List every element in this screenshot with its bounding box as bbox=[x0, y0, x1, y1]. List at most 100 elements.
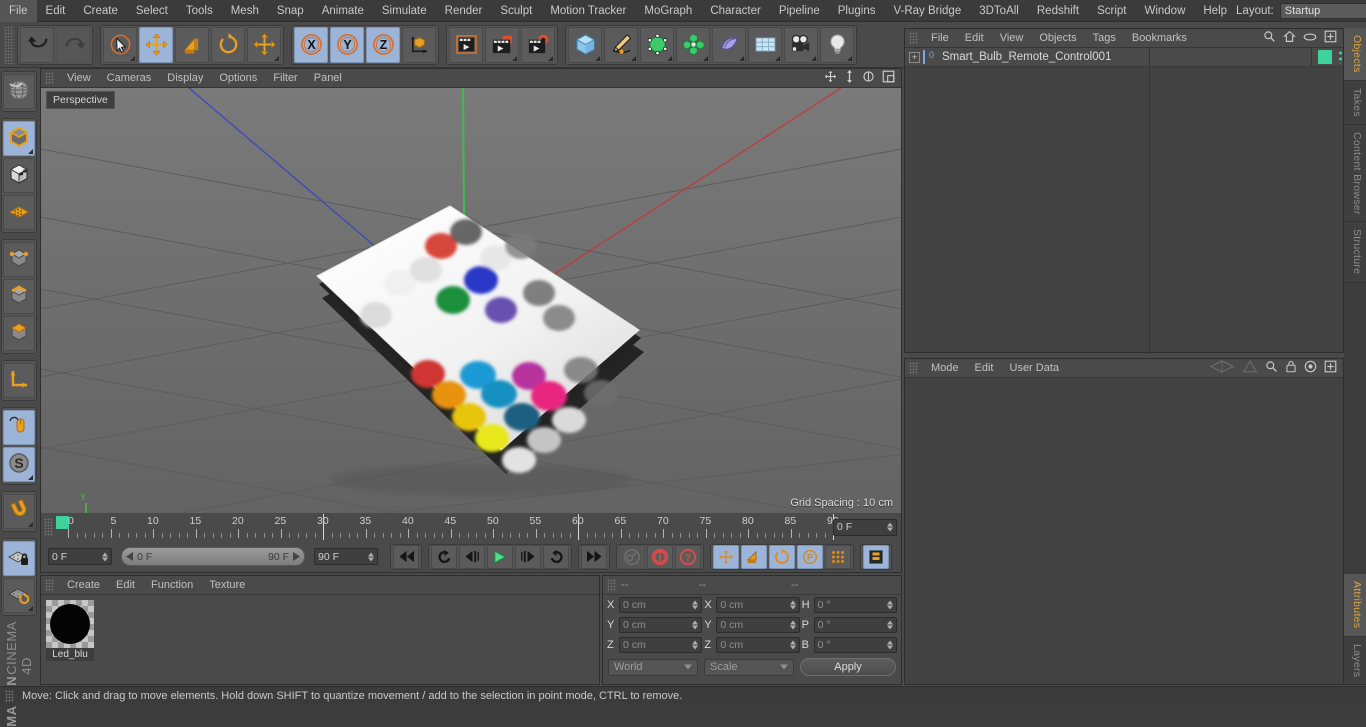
material-menu-texture[interactable]: Texture bbox=[201, 576, 253, 595]
menu-item-motion-tracker[interactable]: Motion Tracker bbox=[541, 0, 635, 22]
coordinate-field-position-z[interactable]: 0 cm bbox=[619, 637, 703, 653]
menu-item-redshift[interactable]: Redshift bbox=[1028, 0, 1088, 22]
right-tab-takes[interactable]: Takes bbox=[1344, 80, 1366, 125]
autokey-button[interactable] bbox=[647, 544, 673, 569]
coordinate-field-rotation-b[interactable]: 0 ° bbox=[813, 637, 897, 653]
submenu-corner-icon[interactable] bbox=[28, 475, 33, 480]
stepper-icon[interactable] bbox=[692, 600, 699, 610]
menu-item-character[interactable]: Character bbox=[701, 0, 770, 22]
viewport-menu-display[interactable]: Display bbox=[159, 69, 211, 88]
frame-range-slider[interactable]: 0 F 90 F bbox=[121, 547, 305, 566]
menu-item-window[interactable]: Window bbox=[1135, 0, 1194, 22]
record-key-button[interactable] bbox=[619, 544, 645, 569]
history-forward-icon[interactable] bbox=[1242, 360, 1258, 376]
viewport-menu-filter[interactable]: Filter bbox=[265, 69, 305, 88]
submenu-corner-icon[interactable] bbox=[703, 55, 708, 61]
right-tab-structure[interactable]: Structure bbox=[1344, 222, 1366, 283]
workplane-rotate-button[interactable] bbox=[3, 578, 35, 613]
submenu-corner-icon[interactable] bbox=[274, 55, 279, 61]
viewport-menu-options[interactable]: Options bbox=[211, 69, 265, 88]
edge-mode-button[interactable] bbox=[3, 279, 35, 314]
menu-item-edit[interactable]: Edit bbox=[37, 0, 75, 22]
mograph-array-button[interactable] bbox=[676, 26, 710, 63]
viewport-menu-view[interactable]: View bbox=[59, 69, 99, 88]
stepper-icon[interactable] bbox=[102, 552, 108, 561]
menu-item-script[interactable]: Script bbox=[1088, 0, 1135, 22]
menu-item-pipeline[interactable]: Pipeline bbox=[770, 0, 829, 22]
scale-button[interactable] bbox=[175, 26, 209, 63]
ellipse-icon[interactable] bbox=[1303, 32, 1317, 45]
stepper-icon[interactable] bbox=[789, 620, 796, 630]
stepper-icon[interactable] bbox=[368, 552, 374, 561]
pan-icon[interactable] bbox=[824, 70, 837, 86]
target-icon[interactable] bbox=[1304, 360, 1317, 376]
go-to-end-button[interactable] bbox=[581, 544, 607, 569]
coordinate-system-select[interactable]: World bbox=[608, 658, 698, 676]
frame-end-field[interactable]: 90 F bbox=[314, 548, 378, 565]
viewport-menu-cameras[interactable]: Cameras bbox=[99, 69, 160, 88]
right-tab-objects[interactable]: Objects bbox=[1344, 28, 1366, 81]
menu-item-mograph[interactable]: MoGraph bbox=[635, 0, 701, 22]
menu-item-3dtoall[interactable]: 3DToAll bbox=[970, 0, 1028, 22]
go-to-start-button[interactable] bbox=[393, 544, 419, 569]
viewport-solo-button[interactable] bbox=[3, 410, 35, 445]
submenu-corner-icon[interactable] bbox=[28, 149, 33, 154]
lock-workplane-button[interactable] bbox=[3, 541, 35, 576]
enable-snap-button[interactable]: S bbox=[3, 447, 35, 482]
magnet-tool-button[interactable] bbox=[3, 494, 35, 529]
coordinate-field-position-x[interactable]: 0 cm bbox=[619, 597, 703, 613]
menu-item-sculpt[interactable]: Sculpt bbox=[491, 0, 541, 22]
material-tag-icon[interactable] bbox=[1318, 50, 1332, 64]
submenu-corner-icon[interactable] bbox=[548, 55, 553, 61]
world-coord-button[interactable] bbox=[402, 26, 436, 63]
submenu-corner-icon[interactable] bbox=[28, 522, 33, 527]
keyframe-selection-button[interactable]: ? bbox=[675, 544, 701, 569]
rotate-button[interactable] bbox=[211, 26, 245, 63]
key-pla-button[interactable] bbox=[825, 544, 851, 569]
status-bar-grip[interactable] bbox=[5, 689, 14, 703]
object-tree[interactable]: +0 Smart_Bulb_Remote_Control001 bbox=[905, 47, 1343, 354]
step-back-button[interactable] bbox=[459, 544, 485, 569]
generator-button[interactable] bbox=[640, 26, 674, 63]
menu-item-snap[interactable]: Snap bbox=[268, 0, 313, 22]
submenu-corner-icon[interactable] bbox=[130, 55, 135, 61]
dolly-icon[interactable] bbox=[844, 70, 855, 86]
timeline-grip[interactable] bbox=[44, 518, 53, 536]
material-menu-create[interactable]: Create bbox=[59, 576, 108, 595]
coordinate-field-rotation-h[interactable]: 0 ° bbox=[813, 597, 897, 613]
viewport-menu-panel[interactable]: Panel bbox=[306, 69, 350, 88]
frame-start-field[interactable]: 0 F bbox=[48, 548, 112, 565]
add-icon[interactable] bbox=[1324, 360, 1337, 376]
menu-item-help[interactable]: Help bbox=[1194, 0, 1236, 22]
submenu-corner-icon[interactable] bbox=[775, 55, 780, 61]
home-icon[interactable] bbox=[1283, 30, 1296, 46]
key-rotation-button[interactable] bbox=[769, 544, 795, 569]
material-list[interactable]: Led_blu bbox=[41, 595, 599, 666]
timeline-button[interactable] bbox=[863, 544, 889, 569]
submenu-corner-icon[interactable] bbox=[739, 55, 744, 61]
layout-select[interactable]: Startup bbox=[1279, 2, 1366, 19]
menu-item-select[interactable]: Select bbox=[127, 0, 177, 22]
submenu-corner-icon[interactable] bbox=[667, 55, 672, 61]
timeline-track[interactable]: 051015202530354045505560657075808590 bbox=[56, 514, 839, 540]
stepper-icon[interactable] bbox=[886, 640, 893, 650]
spline-pen-button[interactable] bbox=[604, 26, 638, 63]
key-scale-button[interactable] bbox=[741, 544, 767, 569]
menu-item-create[interactable]: Create bbox=[74, 0, 127, 22]
render-to-picture-button[interactable] bbox=[485, 26, 519, 63]
coordinate-field-size-x[interactable]: 0 cm bbox=[716, 597, 800, 613]
axis-mode-button[interactable] bbox=[3, 363, 35, 398]
menu-item-mesh[interactable]: Mesh bbox=[222, 0, 268, 22]
right-tab-content-browser[interactable]: Content Browser bbox=[1344, 124, 1366, 223]
object-row[interactable]: +0 Smart_Bulb_Remote_Control001 bbox=[905, 47, 1343, 67]
stepper-icon[interactable] bbox=[887, 522, 893, 532]
y-axis-button[interactable]: Y bbox=[330, 26, 364, 63]
stepper-icon[interactable] bbox=[789, 600, 796, 610]
submenu-corner-icon[interactable] bbox=[595, 55, 600, 61]
menu-item-tools[interactable]: Tools bbox=[177, 0, 222, 22]
object-menu-edit[interactable]: Edit bbox=[957, 29, 992, 48]
menu-item-simulate[interactable]: Simulate bbox=[373, 0, 436, 22]
material-manager-grip[interactable] bbox=[45, 578, 54, 592]
object-menu-bookmarks[interactable]: Bookmarks bbox=[1124, 29, 1195, 48]
submenu-corner-icon[interactable] bbox=[811, 55, 816, 61]
